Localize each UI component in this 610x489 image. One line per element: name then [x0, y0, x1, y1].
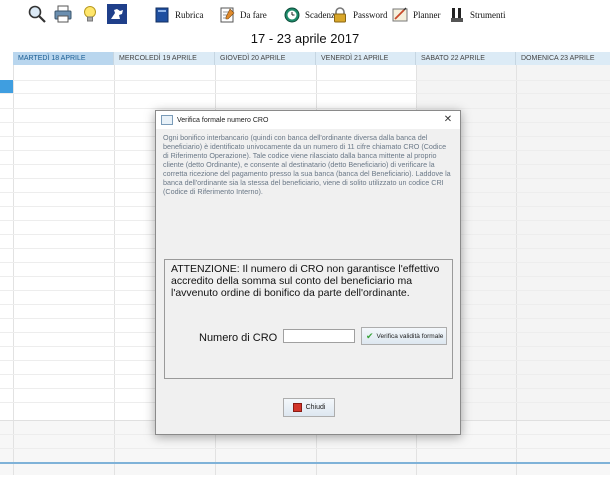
- stop-square-icon: [292, 403, 302, 412]
- printer-icon[interactable]: [53, 4, 73, 24]
- current-time-marker: [0, 80, 13, 93]
- planner-button[interactable]: Planner: [391, 4, 441, 26]
- day-header-sunday[interactable]: DOMENICA 23 APRILE: [516, 52, 610, 65]
- cro-label: Numero di CRO: [199, 332, 278, 344]
- planner-icon: [391, 6, 409, 24]
- cro-input[interactable]: [283, 329, 355, 343]
- close-icon[interactable]: ✕: [442, 114, 454, 126]
- dialog-title: Verifica formale numero CRO: [177, 116, 269, 124]
- day-header-tuesday[interactable]: MARTEDÌ 18 APRILE: [13, 52, 114, 65]
- planner-label: Planner: [413, 10, 441, 20]
- rubrica-button[interactable]: Rubrica: [153, 4, 204, 26]
- time-row-line: [0, 108, 610, 109]
- day-header-saturday[interactable]: SABATO 22 APRILE: [416, 52, 516, 65]
- strumenti-button[interactable]: Strumenti: [448, 4, 506, 26]
- checkmark-icon: ✔: [366, 330, 374, 341]
- calendar-bottom-line: [0, 462, 610, 464]
- password-button[interactable]: Password: [331, 4, 388, 26]
- verify-button[interactable]: ✔ Verifica validità formale: [361, 327, 447, 345]
- da-fare-button[interactable]: Da fare: [218, 4, 267, 26]
- warning-panel: ATTENZIONE: Il numero di CRO non garanti…: [164, 259, 453, 379]
- dialog-intro-text: Ogni bonifico interbancario (quindi con …: [163, 133, 451, 196]
- week-title: 17 - 23 aprile 2017: [250, 31, 360, 46]
- lightbulb-icon[interactable]: [80, 4, 100, 24]
- padlock-icon: [331, 6, 349, 24]
- strumenti-label: Strumenti: [470, 10, 506, 20]
- close-button[interactable]: Chiudi: [283, 398, 335, 417]
- close-button-label: Chiudi: [305, 404, 326, 411]
- column-divider: [114, 65, 115, 475]
- time-row-line: [0, 93, 610, 94]
- time-row-line: [0, 448, 610, 449]
- window-icon: [161, 115, 173, 125]
- warning-text: ATTENZIONE: Il numero di CRO non garanti…: [171, 263, 440, 299]
- search-icon[interactable]: [27, 4, 47, 24]
- time-row-line: [0, 80, 610, 81]
- tools-icon: [448, 6, 466, 24]
- book-icon: [153, 6, 171, 24]
- cro-verification-dialog: Verifica formale numero CRO ✕ Ogni bonif…: [155, 110, 461, 435]
- clock-icon: [283, 6, 301, 24]
- password-label: Password: [353, 10, 388, 20]
- da-fare-label: Da fare: [240, 10, 267, 20]
- day-header-friday[interactable]: VENERDÌ 21 APRILE: [316, 52, 416, 65]
- day-header-thursday[interactable]: GIOVEDÌ 20 APRILE: [215, 52, 316, 65]
- column-divider: [13, 65, 14, 475]
- day-header-wednesday[interactable]: MERCOLEDÌ 19 APRILE: [114, 52, 215, 65]
- column-divider: [516, 65, 517, 475]
- horse-logo-icon[interactable]: [107, 4, 127, 24]
- dialog-title-bar[interactable]: Verifica formale numero CRO ✕: [156, 111, 460, 129]
- verify-button-label: Verifica validità formale: [376, 332, 444, 340]
- main-toolbar: Rubrica Da fare Scadenze Password Planne…: [0, 0, 610, 28]
- notepad-icon: [218, 6, 236, 24]
- rubrica-label: Rubrica: [175, 10, 204, 20]
